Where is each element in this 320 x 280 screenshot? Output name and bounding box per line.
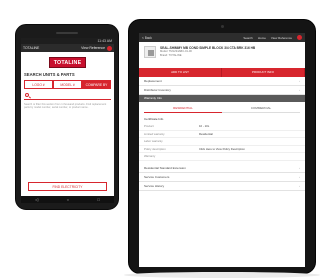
home-icon[interactable]: ○ [67,197,69,202]
toolbar-title: TOTALINE [23,46,40,50]
back-icon[interactable]: ◁ [35,197,38,202]
kv-row: Policy description Click Here to View Po… [139,146,305,153]
policy-link[interactable]: Click Here to View Policy Description [199,146,245,153]
kv-value: Residential [199,131,213,136]
warranty-tabs: RESIDENTIAL COMMERCIAL [144,104,300,113]
menu-dot-icon[interactable] [107,45,112,51]
chevron-right-icon: › [299,79,300,83]
section-header: Warranty Info [139,95,305,102]
tab-commercial[interactable]: COMMERCIAL [222,104,300,113]
kv-row: Warranty [139,153,305,161]
row-service-customers[interactable]: Service Customers › [139,173,305,182]
kv-key: Limited warranty [144,131,165,136]
product-thumbnail [144,46,156,58]
chevron-right-icon: › [299,165,300,170]
row-label: Residential Standard Extension [144,165,186,170]
find-button[interactable]: FIND ELECTRICITY [28,182,107,191]
view-reference-link[interactable]: View Reference [81,46,105,50]
chevron-right-icon: › [299,174,300,179]
tab-model[interactable]: MODEL # [53,80,82,89]
kv-key: Product [144,124,154,128]
row-distributor-inventory[interactable]: Distributor Inventory › [139,86,305,95]
toolbar-home[interactable]: Home [258,36,266,40]
product-text: SEAL-SHIMMY MB COND SIMPLE BLOCK 3/4 CTA… [160,46,300,66]
status-time: 11:43 AM [97,39,112,43]
recents-icon[interactable]: □ [97,197,99,202]
row-service-history[interactable]: Service History › [139,182,305,191]
menu-dot-icon[interactable] [297,35,302,40]
row-standard-extension[interactable]: Residential Standard Extension › [139,164,305,173]
phone-screen: 11:43 AM TOTALINE View Reference TOTALIN… [21,38,114,203]
phone-toolbar: TOTALINE View Reference [21,44,114,52]
search-icon [25,93,29,97]
brand-logo: TOTALINE [48,57,87,68]
certificate-label: Certificate Info [144,117,164,121]
tab-compare[interactable]: COMPARE BY [82,80,111,89]
product-info-button[interactable]: PRODUCT INFO [222,68,305,77]
product-brand: Brand: TOTALINE [160,53,182,57]
android-nav-bar: ◁ ○ □ [21,196,114,203]
tablet-shadow [124,272,320,278]
toolbar-actions: View Reference [81,45,112,51]
kv-value: 10 - 10L [199,124,210,128]
logo-wrap: TOTALINE [21,52,114,68]
toolbar-menu: Search Home View Reference [243,35,302,40]
toolbar-view-reference[interactable]: View Reference [271,36,292,40]
chevron-right-icon: › [299,183,300,188]
search-hint: Search or filter this section from 1 tho… [24,103,107,110]
kv-key: Warranty [144,154,156,158]
toolbar-search[interactable]: Search [243,36,253,40]
phone-speaker [56,32,78,34]
kv-row: Product 10 - 10L [139,123,305,131]
product-actions: ADD TO LIST PRODUCT INFO [139,68,305,77]
tablet-toolbar: < Back Search Home View Reference [139,33,305,42]
phone-device: 11:43 AM TOTALINE View Reference TOTALIN… [15,24,119,210]
back-link[interactable]: < Back [142,36,152,40]
tab-logo[interactable]: LOGO # [24,80,53,89]
row-label: Service Customers [144,174,170,179]
kv-row: Limited warranty Residential [139,131,305,138]
row-label: Replacement [144,79,162,83]
tablet-screen: < Back Search Home View Reference SEAL-S… [139,33,305,267]
row-label: Distributor Inventory [144,88,171,92]
product-header: SEAL-SHIMMY MB COND SIMPLE BLOCK 3/4 CTA… [139,42,305,68]
search-tabs: LOGO # MODEL # COMPARE BY [24,80,111,89]
page-heading: SEARCH UNITS & PARTS [24,72,75,77]
tab-residential[interactable]: RESIDENTIAL [144,104,222,113]
kv-row: Labor warranty [139,138,305,146]
tablet-camera [221,25,224,28]
chevron-right-icon: › [299,88,300,92]
kv-key: Labor warranty [144,139,163,143]
add-to-list-button[interactable]: ADD TO LIST [139,68,222,77]
search-input[interactable] [24,92,111,100]
tablet-device: < Back Search Home View Reference SEAL-S… [128,19,316,274]
row-replacement[interactable]: Replacement › [139,77,305,86]
kv-key: Policy description [144,146,166,151]
row-label: Service History [144,183,165,188]
